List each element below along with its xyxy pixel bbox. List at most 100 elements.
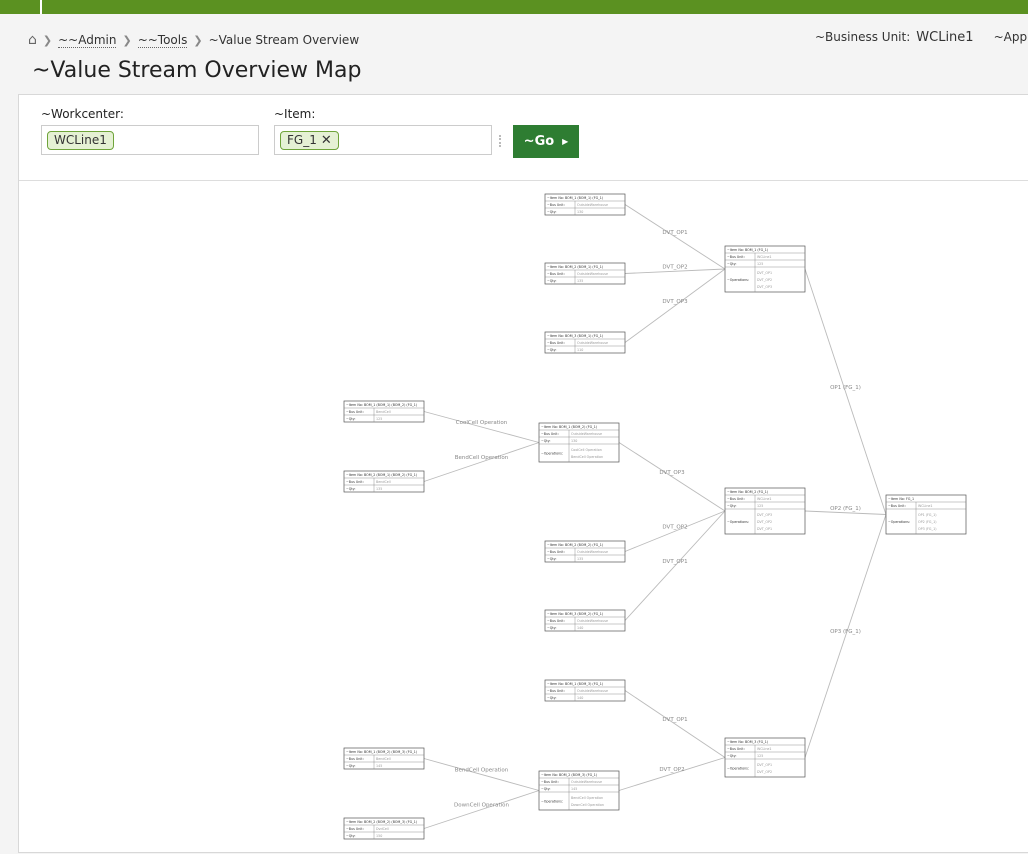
node-field-label: ~Qty:	[346, 417, 355, 421]
node-field-label: ~Item No: BOM_1 (FG_1)	[727, 248, 768, 252]
item-label: ~Item:	[274, 107, 316, 121]
node-ops-label: ~Operations:	[727, 520, 749, 524]
map-edge	[423, 758, 540, 791]
go-button[interactable]: ~Go ▶	[513, 125, 579, 158]
remove-chip-icon[interactable]: ✕	[321, 133, 332, 148]
item-field[interactable]: FG_1 ✕	[274, 125, 492, 155]
map-node[interactable]: ~Item No: BOM_1 (BOM_2) (BOM_3) (FG_1) ~B…	[343, 747, 425, 770]
map-node[interactable]: ~Item No: BOM_1 (BOM_2) (FG_1) ~Bus Unit:…	[538, 422, 620, 463]
node-field-value: OutsideWarehouse	[577, 619, 608, 623]
node-field-label: ~Bus Unit:	[547, 203, 565, 207]
node-field-label: ~Bus Unit:	[888, 504, 906, 508]
node-field-label: ~Bus Unit:	[727, 255, 745, 259]
node-field-label: ~Qty:	[541, 439, 550, 443]
chevron-right-icon: ❯	[122, 33, 132, 47]
top-bar-notch	[40, 0, 42, 14]
node-field-value: 125	[757, 262, 763, 266]
workcenter-label: ~Workcenter:	[41, 107, 124, 121]
edge-label: BendCell Operation	[455, 768, 509, 774]
node-field-label: ~Item No: BOM_2 (BOM_3) (FG_1)	[541, 773, 597, 777]
edge-label: DVT_OP2	[659, 767, 684, 773]
node-operation: DownCell Operation	[571, 803, 604, 807]
map-nodes: ~Item No: BOM_1 (BOM_1) (FG_1) ~Bus Unit:…	[343, 193, 967, 840]
map-node[interactable]: ~Item No: BOM_2 (BOM_1) (FG_1) ~Bus Unit:…	[544, 262, 626, 285]
value-stream-map[interactable]: DVT_OP1 DVT_OP2 DVT_OP3 CoolCell Operation B…	[19, 182, 1028, 854]
breadcrumb-admin-link[interactable]: ~~Admin	[58, 33, 117, 48]
home-icon[interactable]: ⌂	[28, 32, 37, 48]
edge-label: OP1 (FG_1)	[830, 385, 861, 391]
node-field-label: ~Item No: BOM_1 (BOM_1) (BOM_2) (FG_1)	[346, 403, 417, 407]
node-field-label: ~Qty:	[547, 626, 556, 630]
map-edge	[423, 442, 540, 482]
node-field-label: ~Bus Unit:	[346, 410, 364, 414]
node-field-label: ~Item No: BOM_1 (BOM_1) (FG_1)	[547, 196, 603, 200]
map-node[interactable]: ~Item No: BOM_1 (BOM_1) (FG_1) ~Bus Unit:…	[544, 193, 626, 216]
map-node[interactable]: ~Item No: BOM_3 (BOM_1) (FG_1) ~Bus Unit:…	[544, 331, 626, 354]
breadcrumb-tools-link[interactable]: ~~Tools	[137, 33, 188, 48]
node-ops-label: ~Operations:	[541, 452, 563, 456]
node-operation: OP3 (FG_1)	[918, 527, 937, 531]
node-field-label: ~Bus Unit:	[547, 550, 565, 554]
main-panel: ~Workcenter: WCLine1 ~Item: FG_1 ✕ ~Go ▶ D…	[18, 94, 1028, 853]
map-node[interactable]: ~Item No: BOM_2 (FG_1) ~Bus Unit: WCLine1 ~…	[724, 487, 806, 535]
map-edge	[804, 268, 887, 515]
drag-handle[interactable]	[499, 135, 501, 147]
app-label[interactable]: ~App	[994, 30, 1028, 45]
edge-label: DVT_OP2	[662, 524, 687, 530]
breadcrumb-current: ~Value Stream Overview	[208, 33, 360, 47]
map-edge	[624, 510, 726, 552]
workcenter-chip-text: WCLine1	[54, 133, 107, 147]
node-field-value: OutsideWarehouse	[577, 341, 608, 345]
node-field-value: OutsideWarehouse	[577, 203, 608, 207]
node-field-value: WCLine1	[757, 747, 772, 751]
node-field-value: 125	[757, 504, 763, 508]
node-operation: DVT_OP3	[757, 285, 772, 289]
node-field-label: ~Item No: BOM_2 (BOM_2) (FG_1)	[547, 543, 603, 547]
node-field-label: ~Bus Unit:	[541, 432, 559, 436]
map-node[interactable]: ~Item No: BOM_1 (BOM_3) (FG_1) ~Bus Unit:…	[544, 679, 626, 702]
node-field-label: ~Item No: BOM_3 (BOM_1) (FG_1)	[547, 334, 603, 338]
edge-label: CoolCell Operation	[456, 420, 508, 426]
business-unit-value[interactable]: WCLine1	[916, 30, 973, 45]
workcenter-field[interactable]: WCLine1	[41, 125, 259, 155]
map-node[interactable]: ~Item No: BOM_2 (BOM_1) (BOM_2) (FG_1) ~B…	[343, 470, 425, 493]
map-edge	[423, 411, 540, 443]
map-edge	[618, 757, 726, 791]
map-node[interactable]: ~Item No: BOM_3 (BOM_2) (FG_1) ~Bus Unit:…	[544, 609, 626, 632]
value-stream-map-viewport[interactable]: DVT_OP1 DVT_OP2 DVT_OP3 CoolCell Operation B…	[19, 182, 1028, 854]
node-field-label: ~Qty:	[727, 262, 736, 266]
node-field-value: DvdCell	[376, 827, 389, 831]
map-node[interactable]: ~Item No: BOM_2 (BOM_2) (FG_1) ~Bus Unit:…	[544, 540, 626, 563]
node-field-label: ~Item No: BOM_3 (BOM_2) (FG_1)	[547, 612, 603, 616]
map-edge	[423, 790, 540, 829]
map-edge	[624, 690, 726, 758]
node-field-label: ~Item No: BOM_3 (FG_1)	[727, 740, 768, 744]
node-operation: DVT_OP3	[757, 513, 772, 517]
node-field-value: 110	[577, 348, 583, 352]
breadcrumb: ⌂ ❯ ~~Admin ❯ ~~Tools ❯ ~Value Stream Ov…	[28, 30, 359, 50]
edge-label: DVT_OP3	[659, 470, 685, 476]
play-arrow-icon: ▶	[562, 137, 569, 146]
node-field-label: ~Item No: BOM_2 (BOM_2) (BOM_3) (FG_1)	[346, 820, 417, 824]
node-field-value: 150	[376, 834, 382, 838]
go-button-label: ~Go	[523, 134, 555, 149]
item-chip[interactable]: FG_1 ✕	[280, 131, 339, 150]
node-field-label: ~Item No: BOM_2 (BOM_1) (BOM_2) (FG_1)	[346, 473, 417, 477]
map-node[interactable]: ~Item No: BOM_1 (FG_1) ~Bus Unit: WCLine1 ~…	[724, 245, 806, 293]
map-node[interactable]: ~Item No: FG_1 ~Bus Unit: WCLine1 ~Operatio…	[885, 494, 967, 535]
edge-label: DVT_OP1	[662, 230, 687, 236]
map-node[interactable]: ~Item No: BOM_2 (BOM_2) (BOM_3) (FG_1) ~B…	[343, 817, 425, 840]
top-accent-bar	[0, 0, 1028, 14]
node-field-value: WCLine1	[757, 255, 772, 259]
map-node[interactable]: ~Item No: BOM_3 (FG_1) ~Bus Unit: WCLine1 ~…	[724, 737, 806, 778]
chevron-right-icon: ❯	[193, 33, 203, 47]
map-edges	[423, 204, 887, 829]
node-field-label: ~Qty:	[547, 210, 556, 214]
page-title: ~Value Stream Overview Map	[32, 58, 362, 83]
map-node[interactable]: ~Item No: BOM_1 (BOM_1) (BOM_2) (FG_1) ~B…	[343, 400, 425, 423]
map-node[interactable]: ~Item No: BOM_2 (BOM_3) (FG_1) ~Bus Unit:…	[538, 770, 620, 811]
map-edge	[804, 514, 887, 758]
node-field-label: ~Qty:	[346, 487, 355, 491]
workcenter-chip[interactable]: WCLine1	[47, 131, 114, 150]
node-field-value: OutsideWarehouse	[571, 780, 602, 784]
